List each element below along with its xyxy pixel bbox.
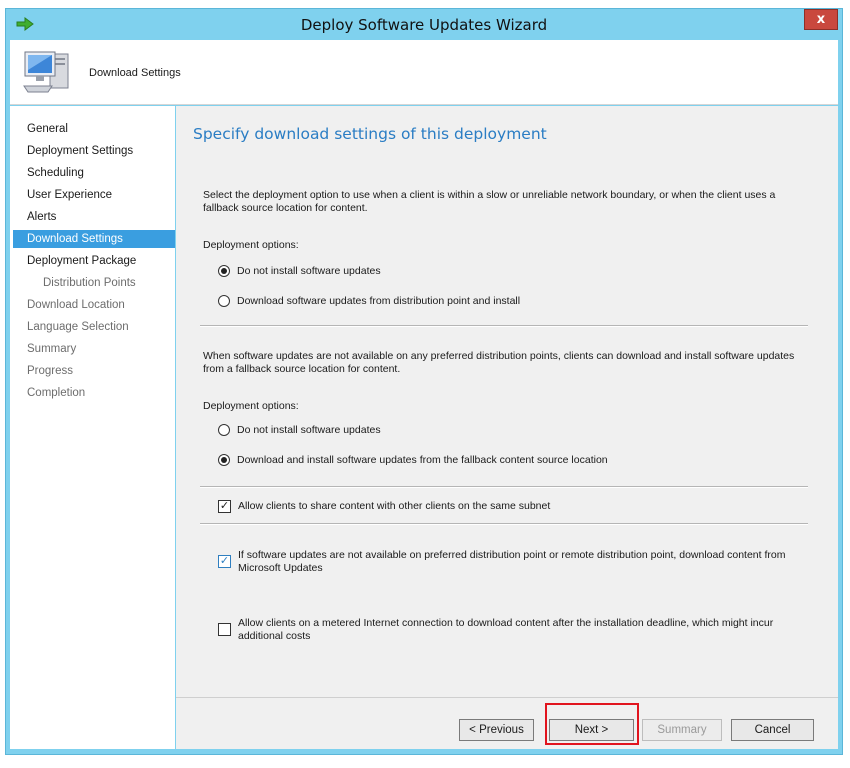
checkbox-label: If software updates are not available on… xyxy=(238,549,786,574)
sidebar-item-deployment-package[interactable]: Deployment Package xyxy=(13,252,175,270)
section1-radio-do-not-install[interactable]: Do not install software updates xyxy=(218,265,381,278)
sidebar-item-progress: Progress xyxy=(27,365,74,377)
window-title: Deploy Software Updates Wizard xyxy=(300,16,548,34)
sidebar-item-scheduling[interactable]: Scheduling xyxy=(13,164,175,182)
sidebar-item-summary: Summary xyxy=(27,343,77,355)
wizard-steps-sidebar: General Deployment Settings Scheduling U… xyxy=(10,106,175,749)
next-button[interactable]: Next > xyxy=(549,719,634,741)
divider xyxy=(200,523,808,525)
section2-description: When software updates are not available … xyxy=(203,350,795,375)
checkbox-checked[interactable]: ✓ xyxy=(218,555,231,568)
radio-button-selected[interactable] xyxy=(218,265,230,277)
checkbox-share-content-subnet[interactable]: ✓ Allow clients to share content with ot… xyxy=(218,500,550,513)
radio-label: Do not install software updates xyxy=(237,265,381,277)
page-title: Specify download settings of this deploy… xyxy=(193,125,547,143)
radio-label: Do not install software updates xyxy=(237,424,381,436)
previous-button[interactable]: < Previous xyxy=(459,719,534,741)
section2-radio-download-fallback[interactable]: Download and install software updates fr… xyxy=(218,454,608,467)
sidebar-item-deployment-settings[interactable]: Deployment Settings xyxy=(13,142,175,160)
section2-radio-do-not-install[interactable]: Do not install software updates xyxy=(218,424,381,437)
divider xyxy=(200,486,808,488)
radio-button[interactable] xyxy=(218,424,230,436)
radio-button[interactable] xyxy=(218,295,230,307)
summary-button: Summary xyxy=(642,719,722,741)
checkbox-label: Allow clients to share content with othe… xyxy=(238,500,551,512)
radio-button-selected[interactable] xyxy=(218,454,230,466)
sidebar-item-download-settings[interactable]: Download Settings xyxy=(13,230,175,248)
checkbox-download-microsoft-updates[interactable]: ✓ If software updates are not available … xyxy=(218,549,798,575)
checkbox-unchecked[interactable] xyxy=(218,623,231,636)
wizard-window: Deploy Software Updates Wizard x Downloa… xyxy=(5,8,843,755)
section2-options-label: Deployment options: xyxy=(203,400,299,412)
wizard-content: Specify download settings of this deploy… xyxy=(176,106,838,749)
sidebar-item-user-experience[interactable]: User Experience xyxy=(13,186,175,204)
footer-divider xyxy=(176,697,838,698)
sidebar-item-completion: Completion xyxy=(27,387,86,399)
sidebar-item-download-location: Download Location xyxy=(27,299,125,311)
section1-options-label: Deployment options: xyxy=(203,239,299,251)
section1-radio-download-from-dp[interactable]: Download software updates from distribut… xyxy=(218,295,520,308)
close-button[interactable]: x xyxy=(804,9,838,30)
checkbox-checked[interactable]: ✓ xyxy=(218,500,231,513)
sidebar-item-distribution-points: Distribution Points xyxy=(43,277,136,289)
sidebar-item-language-selection: Language Selection xyxy=(27,321,129,333)
sidebar-item-alerts[interactable]: Alerts xyxy=(13,208,175,226)
sidebar-item-general[interactable]: General xyxy=(13,120,175,138)
title-bar: Deploy Software Updates Wizard x xyxy=(6,9,842,40)
header-title: Download Settings xyxy=(89,67,181,79)
checkbox-metered-connection[interactable]: Allow clients on a metered Internet conn… xyxy=(218,617,798,643)
radio-label: Download software updates from distribut… xyxy=(237,295,521,307)
section1-description: Select the deployment option to use when… xyxy=(203,189,776,214)
radio-label: Download and install software updates fr… xyxy=(237,454,608,466)
wizard-header: Download Settings xyxy=(10,40,838,105)
cancel-button[interactable]: Cancel xyxy=(731,719,814,741)
divider xyxy=(200,325,808,327)
checkbox-label: Allow clients on a metered Internet conn… xyxy=(238,617,774,642)
computer-icon xyxy=(22,48,72,96)
